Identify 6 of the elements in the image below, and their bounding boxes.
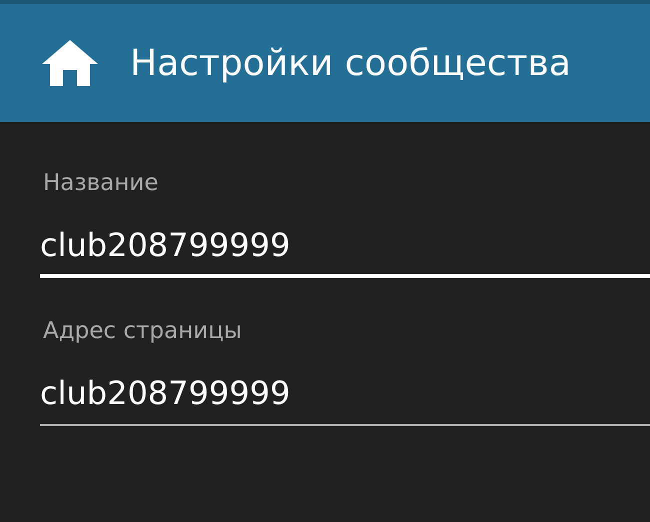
text-field[interactable]: club208799999 [40,226,650,278]
field-label: Адрес страницы [43,318,243,344]
home-icon[interactable] [40,38,100,88]
field-label: Название [43,170,160,196]
text-field[interactable]: club208799999 [40,374,650,426]
page-title: Настройки сообщества [130,42,571,84]
